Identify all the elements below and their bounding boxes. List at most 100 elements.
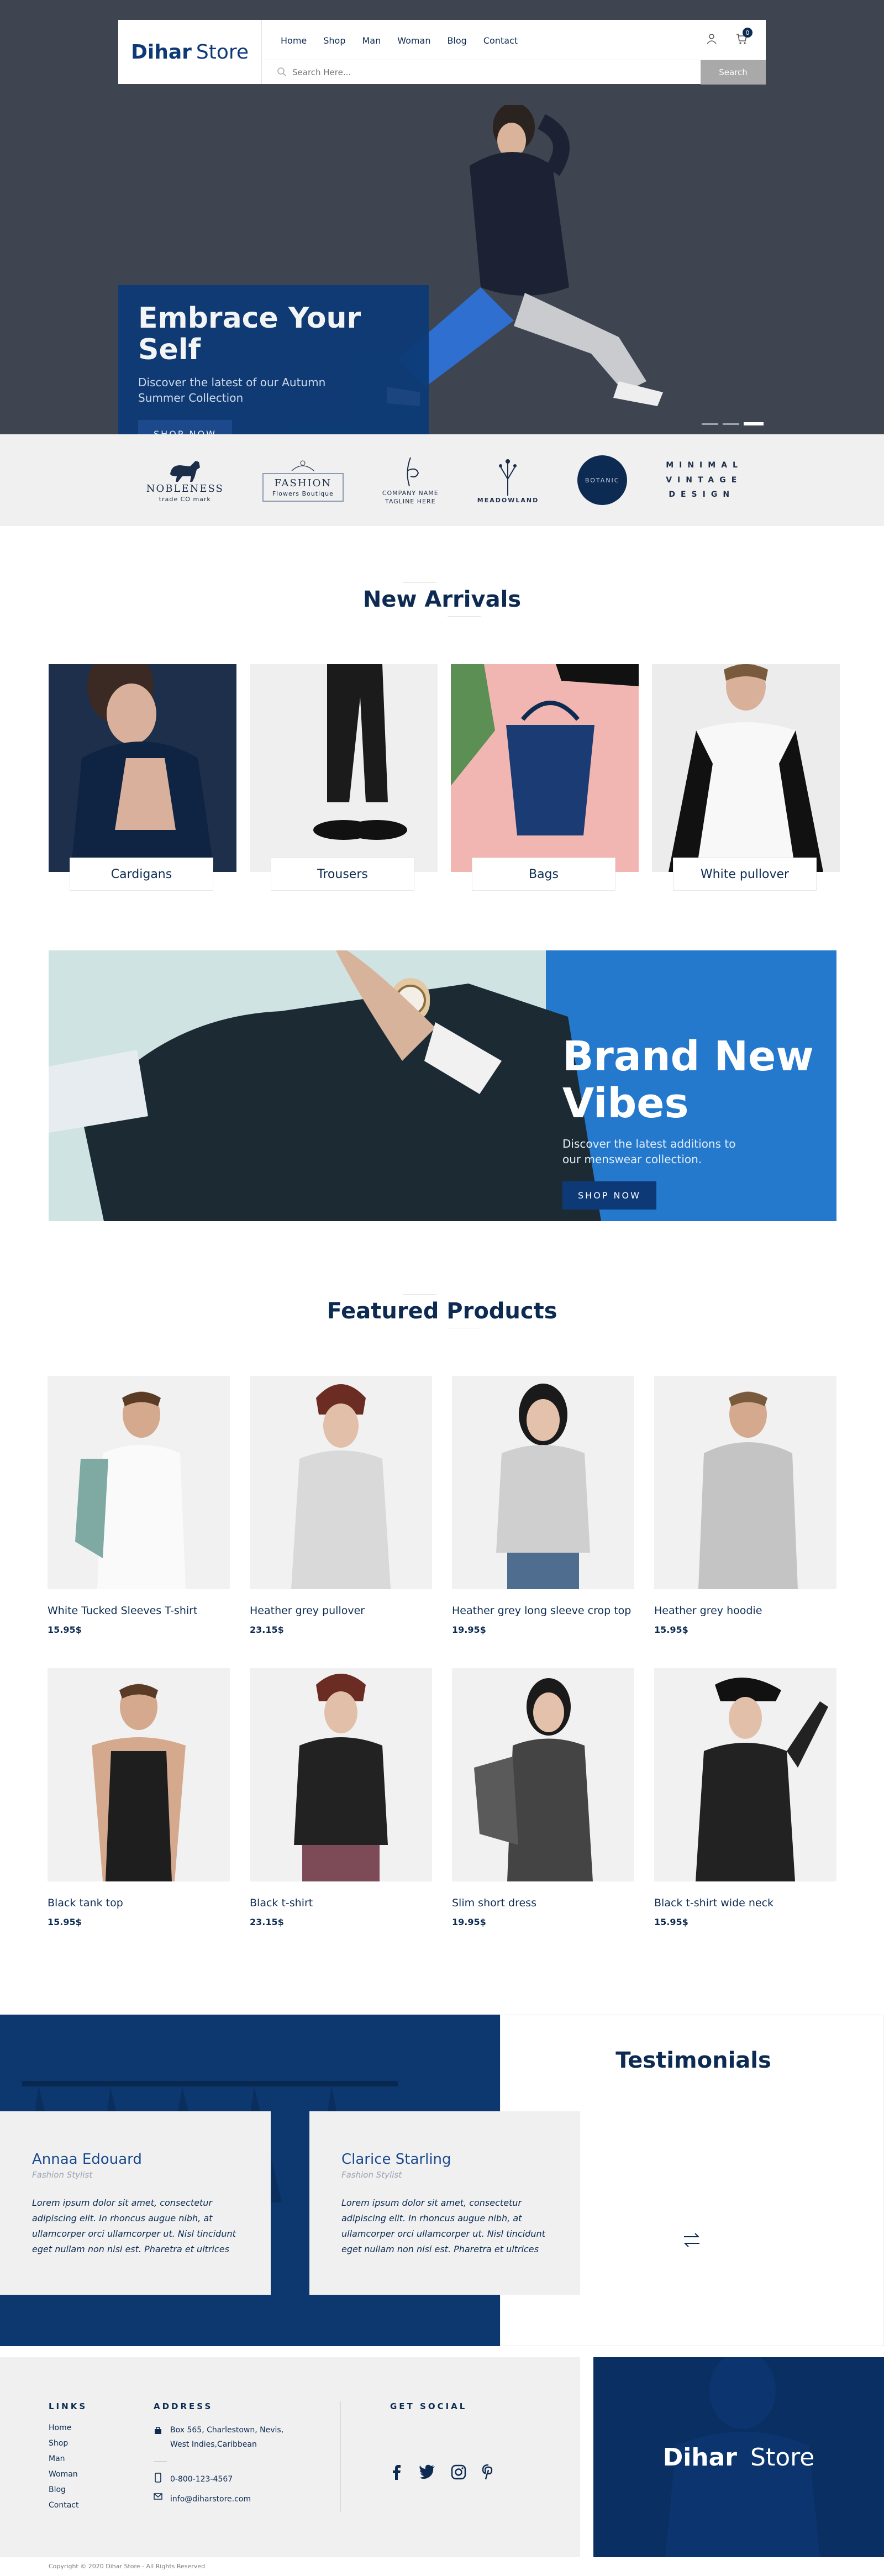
footer-divider bbox=[340, 2401, 341, 2512]
facebook-icon[interactable] bbox=[390, 2464, 403, 2480]
hero-shop-now-button[interactable]: SHOP NOW bbox=[138, 420, 232, 434]
site-logo[interactable]: Dihar Store bbox=[118, 20, 262, 84]
nav-woman[interactable]: Woman bbox=[397, 31, 430, 50]
footer-links-heading: LINKS bbox=[49, 2401, 88, 2411]
product-price: 23.15$ bbox=[250, 1917, 284, 1927]
brand-minimal-name: MINIMAL VINTAGE DESIGN bbox=[666, 461, 743, 500]
nav-home[interactable]: Home bbox=[281, 31, 307, 50]
footer-link-contact[interactable]: Contact bbox=[49, 2501, 87, 2510]
banner-shop-now-button[interactable]: SHOP NOW bbox=[562, 1181, 656, 1210]
hero-subtitle: Discover the latest of our Autumn Summer… bbox=[138, 376, 326, 405]
product-card[interactable]: Heather grey hoodie 15.95$ bbox=[654, 1376, 836, 1635]
arrival-card-cardigans[interactable]: Cardigans bbox=[49, 664, 236, 891]
testimonials-section: Testimonials Annaa Edouard Fashion Styli… bbox=[0, 2015, 884, 2346]
logo-rest: Store bbox=[196, 40, 249, 64]
product-image bbox=[250, 1668, 432, 1881]
footer-logo[interactable]: Dihar Store bbox=[663, 2443, 815, 2472]
footer-link-woman[interactable]: Woman bbox=[49, 2470, 87, 2479]
banner-title-line1: Brand New bbox=[562, 1033, 814, 1080]
product-name[interactable]: Slim short dress bbox=[452, 1897, 634, 1909]
nav-shop[interactable]: Shop bbox=[323, 31, 345, 50]
footer-links-column: LINKS Home Shop Man Woman Blog Contact bbox=[49, 2401, 87, 2516]
brand-company: COMPANY NAME TAGLINE HERE bbox=[382, 447, 439, 513]
testimonial-name: Annaa Edouard bbox=[32, 2151, 142, 2168]
product-name[interactable]: Heather grey hoodie bbox=[654, 1605, 836, 1617]
twitter-icon[interactable] bbox=[419, 2464, 435, 2479]
footer-separator bbox=[154, 2461, 167, 2462]
product-card[interactable]: Black t-shirt wide neck 15.95$ bbox=[654, 1668, 836, 1927]
footer-link-home[interactable]: Home bbox=[49, 2423, 87, 2432]
site-header: Dihar Store Home Shop Man Woman Blog Con… bbox=[118, 20, 766, 85]
banner-subtitle: Discover the latest additions to our men… bbox=[562, 1137, 736, 1166]
pinterest-icon[interactable] bbox=[482, 2464, 495, 2480]
arrival-card-trousers[interactable]: Trousers bbox=[250, 664, 438, 891]
product-name[interactable]: Heather grey pullover bbox=[250, 1605, 432, 1617]
product-price: 19.95$ bbox=[452, 1625, 486, 1635]
product-card[interactable]: Heather grey long sleeve crop top 19.95$ bbox=[452, 1376, 634, 1635]
product-card[interactable]: White Tucked Sleeves T-shirt 15.95$ bbox=[48, 1376, 230, 1635]
arrival-label-trousers: Trousers bbox=[271, 858, 414, 891]
banner-text: Brand New Vibes Discover the latest addi… bbox=[562, 1033, 814, 1210]
testimonial-role: Fashion Stylist bbox=[32, 2170, 93, 2180]
product-image bbox=[654, 1668, 836, 1881]
slider-dot-2[interactable] bbox=[723, 423, 739, 425]
testimonials-title: Testimonials bbox=[615, 2048, 771, 2073]
footer-social-heading: GET SOCIAL bbox=[390, 2401, 467, 2411]
product-name[interactable]: Black t-shirt wide neck bbox=[654, 1897, 836, 1909]
footer-link-blog[interactable]: Blog bbox=[49, 2485, 87, 2494]
phone-icon bbox=[155, 2472, 161, 2483]
main-nav: Home Shop Man Woman Blog Contact bbox=[281, 31, 518, 50]
footer-brand-block: Dihar Store bbox=[593, 2357, 884, 2557]
search-bar: Search bbox=[262, 60, 766, 85]
brand-company-name: COMPANY NAME bbox=[382, 490, 439, 497]
circle-badge-icon: BOTANIC bbox=[577, 455, 628, 505]
phone-number[interactable]: 0-800-123-4567 bbox=[170, 2473, 233, 2487]
cart-icon[interactable]: 0 bbox=[734, 28, 753, 46]
site-footer: LINKS Home Shop Man Woman Blog Contact A… bbox=[0, 2357, 884, 2576]
nav-man[interactable]: Man bbox=[362, 31, 381, 50]
footer-links-list: Home Shop Man Woman Blog Contact bbox=[49, 2423, 87, 2510]
product-card[interactable]: Slim short dress 19.95$ bbox=[452, 1668, 634, 1927]
arrival-label-white-pullover: White pullover bbox=[673, 858, 817, 891]
nav-blog[interactable]: Blog bbox=[447, 31, 466, 50]
slider-dot-1[interactable] bbox=[702, 423, 718, 425]
brand-fashion-name: FASHION bbox=[274, 477, 332, 489]
arrival-card-white-pullover[interactable]: White pullover bbox=[652, 664, 840, 891]
brand-logos-strip: NOBLENESS trade CO mark FASHION Flowers … bbox=[0, 434, 884, 526]
product-price: 23.15$ bbox=[250, 1625, 284, 1635]
arrival-label-bags: Bags bbox=[472, 858, 615, 891]
product-card[interactable]: Black t-shirt 23.15$ bbox=[250, 1668, 432, 1927]
search-input[interactable] bbox=[262, 60, 701, 84]
product-name[interactable]: Black tank top bbox=[48, 1897, 230, 1909]
footer-email: info@diharstore.com bbox=[154, 2493, 283, 2507]
new-arrivals-title: New Arrivals bbox=[0, 582, 884, 617]
arrivals-grid: Cardigans Trousers Bags White pullover bbox=[49, 664, 884, 891]
footer-link-man[interactable]: Man bbox=[49, 2454, 87, 2463]
product-card[interactable]: Heather grey pullover 23.15$ bbox=[250, 1376, 432, 1635]
testimonial-card: Clarice Starling Fashion Stylist Lorem i… bbox=[309, 2111, 580, 2295]
hero-section: Dihar Store Home Shop Man Woman Blog Con… bbox=[0, 0, 884, 434]
cart-count-badge: 0 bbox=[743, 28, 753, 38]
footer-address-heading: ADDRESS bbox=[154, 2401, 213, 2411]
logo-bold: Dihar bbox=[130, 40, 192, 64]
brand-fashion-frame: FASHION Flowers Boutique bbox=[262, 473, 344, 502]
swap-arrows-icon[interactable] bbox=[681, 2229, 703, 2253]
product-name[interactable]: White Tucked Sleeves T-shirt bbox=[48, 1605, 230, 1617]
testimonial-card: Annaa Edouard Fashion Stylist Lorem ipsu… bbox=[0, 2111, 271, 2295]
product-name[interactable]: Heather grey long sleeve crop top bbox=[452, 1605, 634, 1617]
search-button[interactable]: Search bbox=[701, 60, 766, 85]
email-address[interactable]: info@diharstore.com bbox=[170, 2493, 251, 2507]
flower-icon bbox=[291, 460, 314, 471]
instagram-icon[interactable] bbox=[451, 2464, 466, 2480]
arrival-card-bags[interactable]: Bags bbox=[451, 664, 639, 891]
product-image bbox=[48, 1376, 230, 1589]
product-name[interactable]: Black t-shirt bbox=[250, 1897, 432, 1909]
product-card[interactable]: Black tank top 15.95$ bbox=[48, 1668, 230, 1927]
arrival-image-white-pullover bbox=[652, 664, 840, 872]
footer-link-shop[interactable]: Shop bbox=[49, 2439, 87, 2448]
nav-contact[interactable]: Contact bbox=[483, 31, 518, 50]
user-icon[interactable] bbox=[704, 31, 719, 46]
slider-dot-3[interactable] bbox=[744, 422, 764, 425]
testimonial-name: Clarice Starling bbox=[341, 2151, 451, 2168]
banner-title-line2: Vibes bbox=[562, 1080, 689, 1128]
